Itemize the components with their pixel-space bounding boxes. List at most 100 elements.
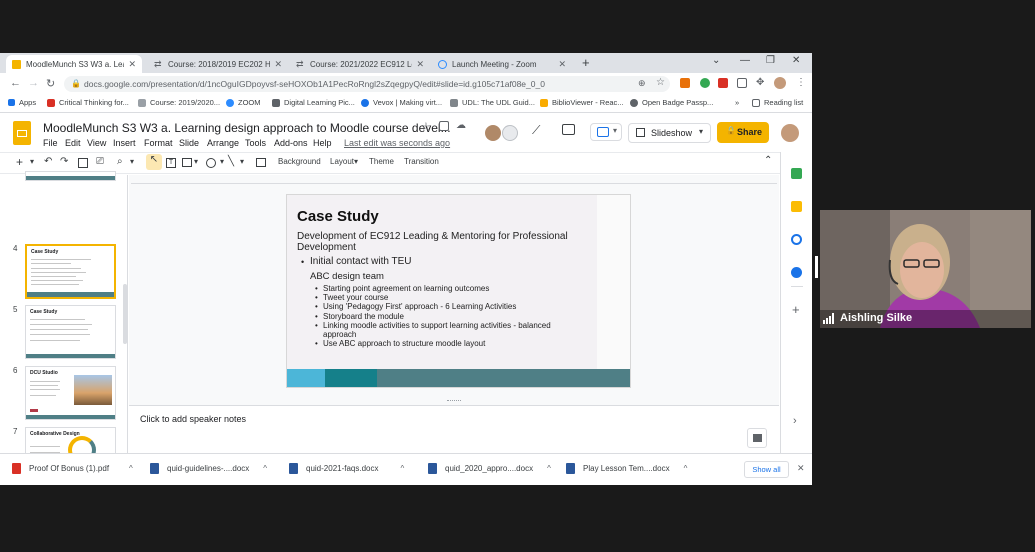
reading-list[interactable]: Reading list	[752, 98, 803, 107]
download-item[interactable]: Proof Of Bonus (1).pdf ^	[12, 463, 133, 474]
url-field[interactable]: 🔒 docs.google.com/presentation/d/1ncOguI…	[64, 76, 670, 92]
chevron-up-icon[interactable]: ^	[129, 464, 133, 473]
redo-icon[interactable]: ↷	[60, 156, 68, 167]
text-box-icon[interactable]: T	[166, 158, 176, 168]
slide-abc-team[interactable]: ABC design team	[310, 271, 384, 282]
sublist-item[interactable]: • Use ABC approach to structure moodle la…	[315, 339, 575, 348]
close-window-button[interactable]: ✕	[792, 55, 800, 66]
minimize-button[interactable]: —	[740, 55, 750, 66]
transition-button[interactable]: Transition	[404, 157, 439, 166]
download-item[interactable]: quid-2021-faqs.docx ^	[289, 463, 404, 474]
collaborator-avatar[interactable]	[502, 125, 518, 141]
chevron-up-icon[interactable]: ^	[547, 464, 551, 473]
bookmark-biblioviewer[interactable]: BiblioViewer - Reac...	[540, 98, 624, 107]
chevron-down-icon[interactable]: ▾	[220, 157, 224, 166]
tab-course-ec912[interactable]: ⇄ Course: 2021/2022 EC912 Leadi ✕	[290, 55, 430, 73]
bookmark-apps[interactable]: Apps	[8, 98, 36, 107]
slide-thumbnail-5[interactable]: Case Study	[25, 305, 116, 359]
get-addons-icon[interactable]: +	[792, 302, 800, 317]
add-comment-button[interactable]	[747, 428, 767, 448]
paint-format-icon[interactable]: ⎚	[96, 156, 104, 167]
notes-resize-handle[interactable]	[447, 400, 461, 402]
contacts-icon[interactable]	[791, 267, 802, 278]
zoom-icon[interactable]: ⌕	[117, 156, 123, 167]
menu-insert[interactable]: Insert	[113, 138, 136, 148]
menu-help[interactable]: Help	[313, 138, 332, 148]
menu-file[interactable]: File	[43, 138, 58, 148]
activity-trend-icon[interactable]: ⟋	[532, 123, 540, 138]
tab-course-ec202[interactable]: ⇄ Course: 2018/2019 EC202 Histo ✕	[148, 55, 288, 73]
close-downloads-icon[interactable]: ✕	[797, 463, 805, 474]
close-icon[interactable]: ✕	[274, 59, 282, 70]
pdf-extension-icon[interactable]	[718, 78, 728, 88]
sublist-item[interactable]: • Linking moodle activities to support le…	[315, 321, 575, 339]
account-avatar[interactable]	[781, 124, 799, 142]
last-edit-link[interactable]: Last edit was seconds ago	[344, 138, 450, 148]
bookmark-open-badge[interactable]: Open Badge Passp...	[630, 98, 713, 107]
zoom-divider-handle[interactable]	[815, 256, 818, 278]
print-icon[interactable]	[78, 158, 88, 168]
sublist-item[interactable]: • Tweet your course	[315, 293, 575, 302]
tab-search-icon[interactable]: ⌄	[712, 55, 720, 66]
back-icon[interactable]: ←	[10, 77, 21, 89]
slide-title[interactable]: Case Study	[297, 208, 379, 225]
install-icon[interactable]: ⊕	[638, 78, 646, 89]
bookmarks-overflow[interactable]: »	[735, 98, 739, 107]
chevron-up-icon[interactable]: ^	[263, 464, 267, 473]
new-tab-button[interactable]: +	[582, 55, 590, 70]
image-icon[interactable]	[182, 158, 192, 167]
comment-icon[interactable]	[256, 158, 266, 167]
restore-button[interactable]: ❐	[766, 55, 775, 66]
document-title[interactable]: MoodleMunch S3 W3 a. Learning design app…	[43, 121, 451, 135]
share-button[interactable]: 🔒 Share	[717, 122, 769, 143]
menu-format[interactable]: Format	[144, 138, 173, 148]
expand-panel-icon[interactable]: ›	[793, 415, 797, 427]
forward-icon[interactable]: →	[28, 77, 39, 89]
menu-arrange[interactable]: Arrange	[207, 138, 239, 148]
star-icon[interactable]: ☆	[421, 120, 431, 133]
tab-zoom[interactable]: Launch Meeting - Zoom ✕	[432, 55, 572, 73]
slideshow-button[interactable]: Slideshow ▾	[628, 123, 711, 143]
sublist-item[interactable]: • Storyboard the module	[315, 312, 575, 321]
slide-bullet[interactable]: Initial contact with TEU	[310, 256, 412, 267]
filmstrip-scrollbar[interactable]	[123, 284, 127, 344]
close-icon[interactable]: ✕	[558, 59, 566, 70]
speaker-notes-input[interactable]: Click to add speaker notes	[140, 414, 246, 424]
background-button[interactable]: Background	[278, 157, 321, 166]
slide-thumbnail-6[interactable]: DCU Studio	[25, 366, 116, 420]
extension-icon[interactable]	[680, 78, 690, 88]
theme-button[interactable]: Theme	[369, 157, 394, 166]
undo-icon[interactable]: ↶	[44, 156, 52, 167]
sublist-item[interactable]: • Using 'Pedagogy First' approach - 6 Lea…	[315, 302, 575, 311]
download-item[interactable]: quid_2020_appro....docx ^	[428, 463, 551, 474]
calendar-icon[interactable]	[791, 168, 802, 179]
more-menu-icon[interactable]: ⋮	[796, 77, 806, 88]
collaborator-avatar[interactable]	[485, 125, 501, 141]
show-all-downloads-button[interactable]: Show all	[744, 461, 789, 478]
select-cursor-icon[interactable]: ↖	[146, 154, 162, 170]
line-icon[interactable]: ╲	[228, 156, 234, 167]
chevron-down-icon[interactable]: ▾	[130, 157, 134, 166]
menu-edit[interactable]: Edit	[65, 138, 81, 148]
chevron-down-icon[interactable]: ▾	[30, 157, 34, 166]
bookmark-vevox[interactable]: Vevox | Making virt...	[361, 98, 442, 107]
bookmark-udl[interactable]: UDL: The UDL Guid...	[450, 98, 535, 107]
bookmark-zoom[interactable]: ZOOM	[226, 98, 261, 107]
download-item[interactable]: Play Lesson Tem....docx ^	[566, 463, 687, 474]
download-item[interactable]: quid-guidelines-....docx ^	[150, 463, 267, 474]
chevron-up-icon[interactable]: ^	[401, 464, 405, 473]
bookmark-star-icon[interactable]: ☆	[656, 77, 665, 88]
keep-icon[interactable]	[791, 201, 802, 212]
chevron-down-icon[interactable]: ▾	[240, 157, 244, 166]
chevron-down-icon[interactable]: ▾	[699, 127, 703, 136]
slide-thumbnail-4[interactable]: Case Study	[25, 244, 116, 299]
slides-logo-icon[interactable]	[13, 121, 31, 145]
shape-icon[interactable]	[206, 158, 216, 168]
close-icon[interactable]: ✕	[128, 59, 136, 70]
tab-slides[interactable]: MoodleMunch S3 W3 a. Learning ✕	[6, 55, 142, 73]
chevron-up-icon[interactable]: ^	[684, 464, 688, 473]
menu-view[interactable]: View	[87, 138, 106, 148]
menu-slide[interactable]: Slide	[179, 138, 199, 148]
bookmark-course-2019[interactable]: Course: 2019/2020...	[138, 98, 220, 107]
close-icon[interactable]: ✕	[416, 59, 424, 70]
